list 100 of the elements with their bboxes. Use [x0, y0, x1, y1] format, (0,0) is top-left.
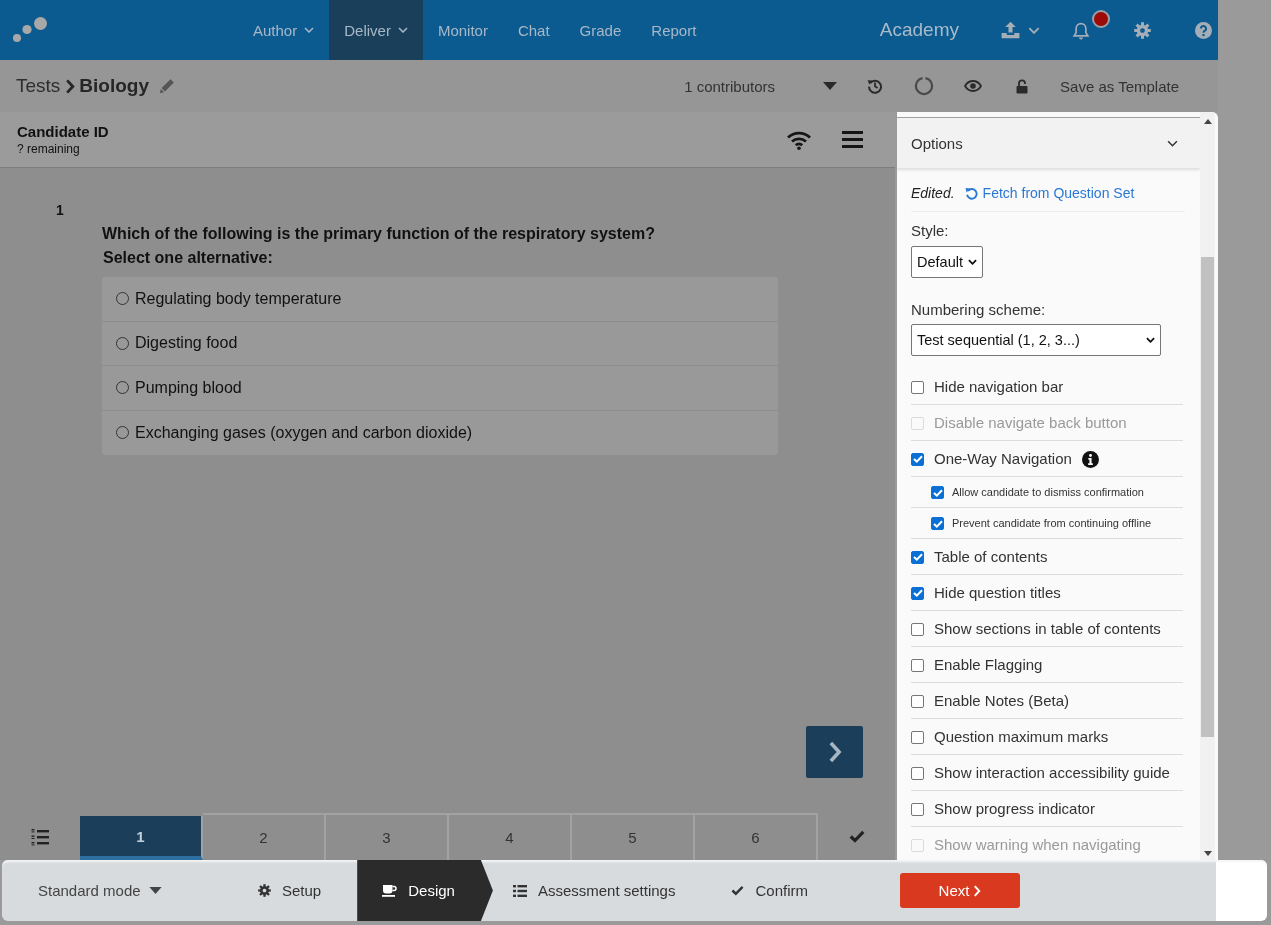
chevron-right-icon — [973, 884, 982, 897]
caret-down-icon — [822, 82, 837, 90]
wifi-icon — [786, 129, 812, 150]
time-remaining: ? remaining — [17, 140, 81, 157]
lock-icon — [1015, 78, 1028, 94]
checkbox-label: Show warning when navigating — [934, 836, 1141, 854]
help-button[interactable] — [1195, 21, 1212, 39]
checkbox-label: Table of contents — [934, 548, 1048, 566]
question-tab[interactable]: 1 — [80, 816, 203, 860]
checkbox[interactable] — [911, 452, 924, 466]
eye-icon — [963, 80, 982, 92]
checkbox-label: Show progress indicator — [934, 800, 1095, 818]
chevron-down-icon — [397, 27, 408, 33]
nav-menu-item[interactable]: Monitor — [422, 0, 503, 60]
scrollbar-thumb[interactable] — [1201, 257, 1214, 737]
menu-button[interactable] — [842, 131, 863, 148]
chevron-down-icon — [1167, 139, 1178, 147]
gear-icon — [1134, 21, 1151, 39]
gear-icon — [258, 884, 271, 897]
caret-down-icon — [1203, 851, 1212, 856]
checkbox-label: Hide question titles — [934, 584, 1061, 602]
organization-name: Academy — [879, 19, 959, 41]
options-header[interactable]: Options — [897, 117, 1200, 168]
checkbox[interactable] — [911, 550, 924, 564]
caret-up-icon — [1203, 119, 1212, 124]
checkbox-label: Enable Flagging — [934, 656, 1043, 674]
checkbox-label: Question maximum marks — [934, 728, 1109, 746]
contributors-label: 1 contributors — [684, 77, 776, 95]
alternative-label: Regulating body temperature — [135, 289, 342, 308]
numbering-select[interactable]: Test sequential (1, 2, 3...) — [911, 324, 1161, 356]
nav-menu-item[interactable]: Author — [238, 0, 330, 60]
alternative-label: Exchanging gases (oxygen and carbon dioxide) — [135, 423, 473, 442]
chevron-down-icon — [968, 259, 977, 265]
history-icon — [866, 78, 883, 94]
checkbox-label: Hide navigation bar — [934, 378, 1064, 396]
checkbox-label: Show sections in table of contents — [934, 620, 1161, 638]
check-icon — [848, 830, 865, 843]
scrollbar[interactable] — [1200, 112, 1215, 860]
upload-button[interactable] — [1001, 21, 1040, 39]
alternative-label: Digesting food — [135, 334, 238, 353]
checkbox-label: Show interaction accessibility guide — [934, 764, 1170, 782]
help-icon — [1195, 21, 1212, 39]
checkbox[interactable] — [911, 586, 924, 600]
chevron-down-icon — [1146, 337, 1155, 343]
nav-menu-item[interactable]: Deliver — [329, 0, 423, 60]
checkbox[interactable] — [911, 766, 924, 780]
checkbox[interactable] — [911, 730, 924, 744]
cup-icon — [382, 884, 398, 897]
nav-menu-item[interactable]: Grade — [564, 0, 637, 60]
checkbox[interactable] — [911, 622, 924, 636]
pencil-icon — [159, 78, 176, 94]
numbering-label: Numbering scheme: — [911, 301, 1047, 319]
mode-dropdown[interactable]: Standard mode — [2, 860, 238, 921]
check-icon — [731, 885, 745, 896]
wizard-step[interactable]: Assessment settings — [492, 860, 712, 921]
checkbox-label: Allow candidate to dismiss confirmation — [952, 485, 1144, 500]
fetch-link[interactable]: Fetch from Question Set — [964, 182, 1135, 204]
style-label: Style: — [911, 222, 950, 240]
test-title: Biology — [79, 75, 150, 97]
undo-icon — [964, 186, 978, 200]
chevron-right-icon — [65, 78, 76, 94]
chevron-down-icon — [304, 27, 315, 33]
question-text: Which of the following is the primary function of the respiratory system? — [102, 224, 656, 244]
chevron-right-icon — [827, 741, 842, 763]
checkbox-label: One-Way Navigation — [934, 450, 1072, 468]
alternative-label: Pumping blood — [135, 378, 242, 397]
settings-button[interactable] — [1134, 21, 1151, 39]
wizard-step[interactable]: Design — [357, 860, 493, 921]
breadcrumb-link[interactable]: Tests — [16, 75, 61, 97]
candidate-id: Candidate ID — [17, 122, 109, 141]
checkbox-label: Enable Notes (Beta) — [934, 692, 1070, 710]
checkbox[interactable] — [931, 517, 944, 530]
next-button[interactable]: Next — [900, 873, 1020, 908]
bell-icon — [1072, 22, 1090, 42]
nav-menu-item[interactable]: Report — [636, 0, 712, 60]
checkbox[interactable] — [911, 380, 924, 394]
wizard-step[interactable]: Confirm — [711, 860, 844, 921]
checkbox[interactable] — [911, 694, 924, 708]
checkbox[interactable] — [911, 658, 924, 672]
list-icon — [512, 884, 527, 897]
next-question-button[interactable] — [806, 726, 863, 778]
checkbox-label: Disable navigate back button — [934, 414, 1127, 432]
checkbox[interactable] — [911, 802, 924, 816]
style-select[interactable]: Default — [911, 246, 983, 278]
caret-down-icon — [148, 887, 162, 894]
ring-icon — [913, 76, 934, 96]
upload-icon — [1001, 21, 1020, 39]
checkbox[interactable] — [931, 486, 944, 499]
nav-menu-item[interactable]: Chat — [502, 0, 565, 60]
question-number: 1 — [56, 202, 64, 218]
edit-title-button[interactable] — [159, 78, 176, 94]
save-as-template-button[interactable]: Save as Template — [1060, 77, 1179, 95]
logo-icon — [12, 16, 48, 44]
checkbox-label: Prevent candidate from continuing offline — [952, 516, 1152, 531]
numbered-list-icon — [31, 827, 49, 846]
question-instruction: Select one alternative: — [103, 248, 274, 268]
chevron-down-icon — [1028, 26, 1040, 34]
menu-icon — [842, 131, 863, 148]
wizard-step[interactable]: Setup — [238, 860, 358, 921]
edited-status: Edited. — [911, 184, 955, 203]
